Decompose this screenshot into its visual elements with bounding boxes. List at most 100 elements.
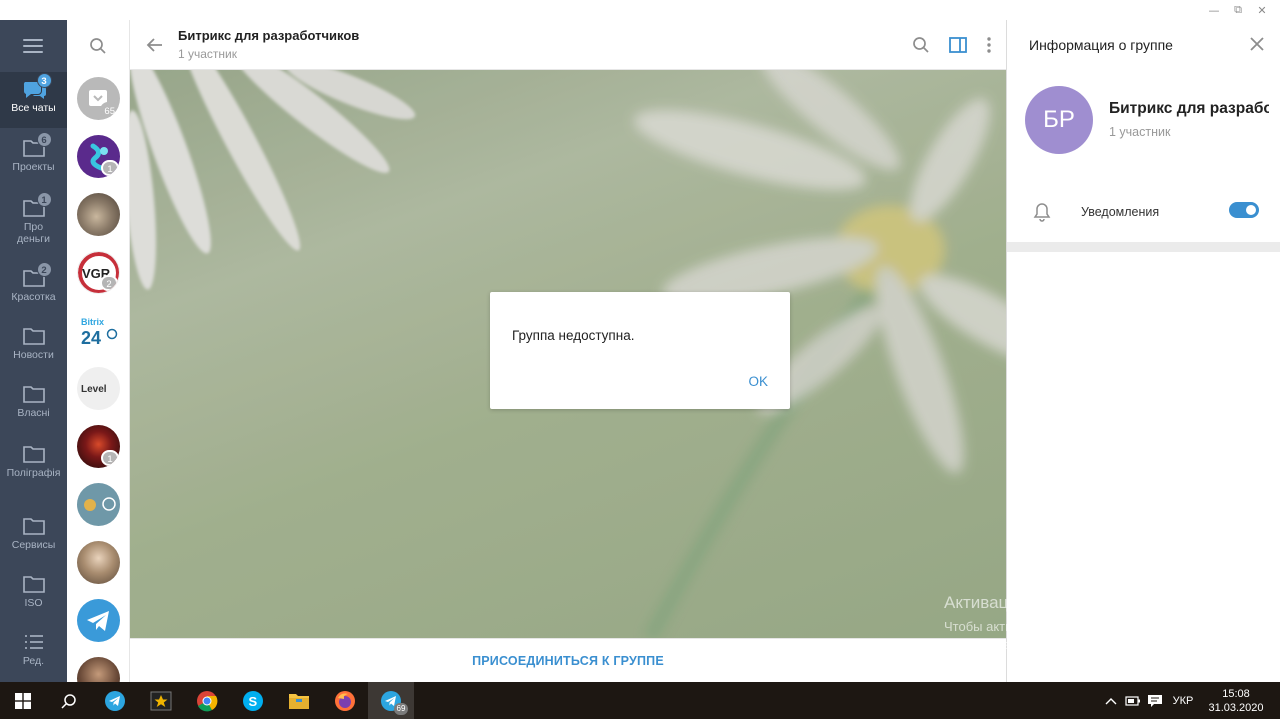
bitrix24-logo-icon: Bitrix24 <box>81 317 118 348</box>
telegram-icon <box>87 611 109 631</box>
chat-avatar-emoji[interactable] <box>77 483 120 526</box>
back-arrow-icon[interactable] <box>146 36 164 59</box>
unread-badge: 1 <box>101 160 119 176</box>
svg-text:24: 24 <box>81 328 101 348</box>
chevron-up-icon[interactable] <box>1100 682 1122 719</box>
chat-avatar-level[interactable]: Level <box>77 367 120 410</box>
folder-poligrafia[interactable]: Поліграфія <box>0 444 67 479</box>
folder-badge: 1 <box>36 192 52 207</box>
folder-iso[interactable]: ISO <box>0 574 67 609</box>
more-vertical-icon[interactable] <box>986 36 992 59</box>
taskbar-telegram-pinned[interactable] <box>92 682 138 719</box>
info-panel-toggle-icon[interactable] <box>948 36 968 59</box>
folder-all-chats[interactable]: 3 Все чаты <box>0 72 67 128</box>
close-window-button[interactable]: ✕ <box>1250 0 1274 20</box>
folder-badge: 3 <box>36 73 52 88</box>
maximize-button[interactable]: ⧉ <box>1226 0 1250 20</box>
minimize-button[interactable]: — <box>1202 0 1226 20</box>
chat-title: Битрикс для разработчиков <box>178 28 360 43</box>
windows-activation-watermark: Активация Windows Чтобы активировать Win… <box>944 593 1205 654</box>
folder-services[interactable]: Сервисы <box>0 516 67 551</box>
watermark-line-2: раздел "Параметры". <box>944 637 1072 652</box>
clock-date: 31.03.2020 <box>1208 701 1264 714</box>
chat-avatar-saved-messages[interactable]: 65 <box>77 77 120 120</box>
watermark-line-1: Чтобы активировать Windows, перейдите в <box>944 619 1206 634</box>
menu-icon[interactable] <box>23 39 43 57</box>
chrome-icon <box>197 690 218 711</box>
clock-time: 15:08 <box>1222 687 1250 700</box>
folder-icon <box>22 574 46 594</box>
dialog-message: Группа недоступна. <box>512 328 635 343</box>
chat-subtitle: 1 участник <box>178 47 238 61</box>
chat-avatar-red-bird[interactable]: 1 <box>77 425 120 468</box>
start-button[interactable] <box>0 682 46 719</box>
folder-label: ISO <box>24 597 43 609</box>
chat-avatar-dog-photo[interactable] <box>77 193 120 236</box>
info-panel-header: Информация о группе <box>1007 20 1280 70</box>
taskbar-search-button[interactable] <box>46 682 92 719</box>
windows-logo-icon <box>15 692 31 709</box>
folder-label: Проекты <box>12 161 55 173</box>
search-icon[interactable] <box>912 36 930 59</box>
folder-projects[interactable]: 6 Проекты <box>0 132 67 173</box>
close-icon[interactable] <box>1249 36 1265 57</box>
join-bar: ПРИСОЕДИНИТЬСЯ К ГРУППЕ <box>130 638 1006 682</box>
folder-about-money[interactable]: 1 Про деньги <box>0 192 67 245</box>
group-info-panel: Информация о группе БР Битрикс для разра… <box>1006 20 1280 682</box>
folders-sidebar: 3 Все чаты 6 Проекты 1 Про деньги 2 Крас… <box>0 20 67 682</box>
film-star-icon <box>150 691 172 710</box>
notifications-row[interactable]: Уведомления <box>1007 180 1280 242</box>
group-members-count: 1 участник <box>1109 125 1171 139</box>
taskbar-chrome[interactable] <box>184 682 230 719</box>
chat-avatar-telegram[interactable] <box>77 599 120 642</box>
skype-icon: S <box>243 690 263 711</box>
error-dialog: Группа недоступна. OK <box>490 292 790 409</box>
ok-button[interactable]: OK <box>748 374 768 389</box>
folder-icon <box>289 693 309 709</box>
clock[interactable]: 15:08 31.03.2020 <box>1204 682 1268 719</box>
folder-label: Поліграфія <box>6 467 61 479</box>
app-screen: — ⧉ ✕ 3 Все чаты 6 Проекты 1 Про деньги … <box>0 0 1280 719</box>
header-actions <box>912 36 992 59</box>
taskbar-video-app[interactable] <box>138 682 184 719</box>
unread-badge: 65 <box>100 102 119 118</box>
folder-vlasni[interactable]: Власні <box>0 384 67 419</box>
folder-icon <box>22 444 46 464</box>
folder-icon: 2 <box>22 262 52 288</box>
group-profile: БР Битрикс для разработчиков 1 участник <box>1007 70 1280 190</box>
notifications-label: Уведомления <box>1081 205 1160 219</box>
telegram-icon <box>105 690 125 711</box>
search-icon <box>61 693 76 709</box>
folder-news[interactable]: Новости <box>0 326 67 361</box>
telegram-unread-badge: 69 <box>394 703 408 715</box>
chat-avatar-woman-photo[interactable] <box>77 541 120 584</box>
chat-avatar-bitrix24[interactable]: Bitrix 24 <box>77 309 120 352</box>
folder-krasotka[interactable]: 2 Красотка <box>0 262 67 303</box>
taskbar-explorer[interactable] <box>276 682 322 719</box>
chat-header: Битрикс для разработчиков 1 участник <box>130 20 1006 70</box>
unread-badge: 1 <box>101 450 119 466</box>
folder-icon <box>22 516 46 536</box>
folder-label: Новости <box>13 349 54 361</box>
edit-list-icon <box>22 632 46 652</box>
join-group-button[interactable]: ПРИСОЕДИНИТЬСЯ К ГРУППЕ <box>472 654 664 668</box>
notifications-toggle[interactable] <box>1229 202 1259 218</box>
battery-icon[interactable] <box>1122 682 1144 719</box>
chat-avatar-vgr[interactable]: VGR 2 <box>77 251 120 294</box>
folder-label: Красотка <box>11 291 56 303</box>
chat-avatar-purple[interactable]: 1 <box>77 135 120 178</box>
taskbar-firefox[interactable] <box>322 682 368 719</box>
group-name: Битрикс для разработчиков <box>1109 100 1269 117</box>
folder-icon: 6 <box>22 132 52 158</box>
language-indicator[interactable]: УКР <box>1166 682 1200 719</box>
chat-list: 65 1 VGR 2 Bitrix 24 Level 1 <box>67 20 130 700</box>
search-icon[interactable] <box>89 37 107 60</box>
taskbar-telegram-running[interactable]: 69 <box>368 682 414 719</box>
notification-message-icon[interactable] <box>1144 682 1166 719</box>
svg-text:Bitrix: Bitrix <box>81 317 104 327</box>
taskbar-skype[interactable]: S <box>230 682 276 719</box>
folder-label: Ред. <box>22 655 45 667</box>
folder-edit[interactable]: Ред. <box>0 632 67 667</box>
folder-icon: 1 <box>22 192 52 218</box>
folder-icon <box>22 384 46 404</box>
